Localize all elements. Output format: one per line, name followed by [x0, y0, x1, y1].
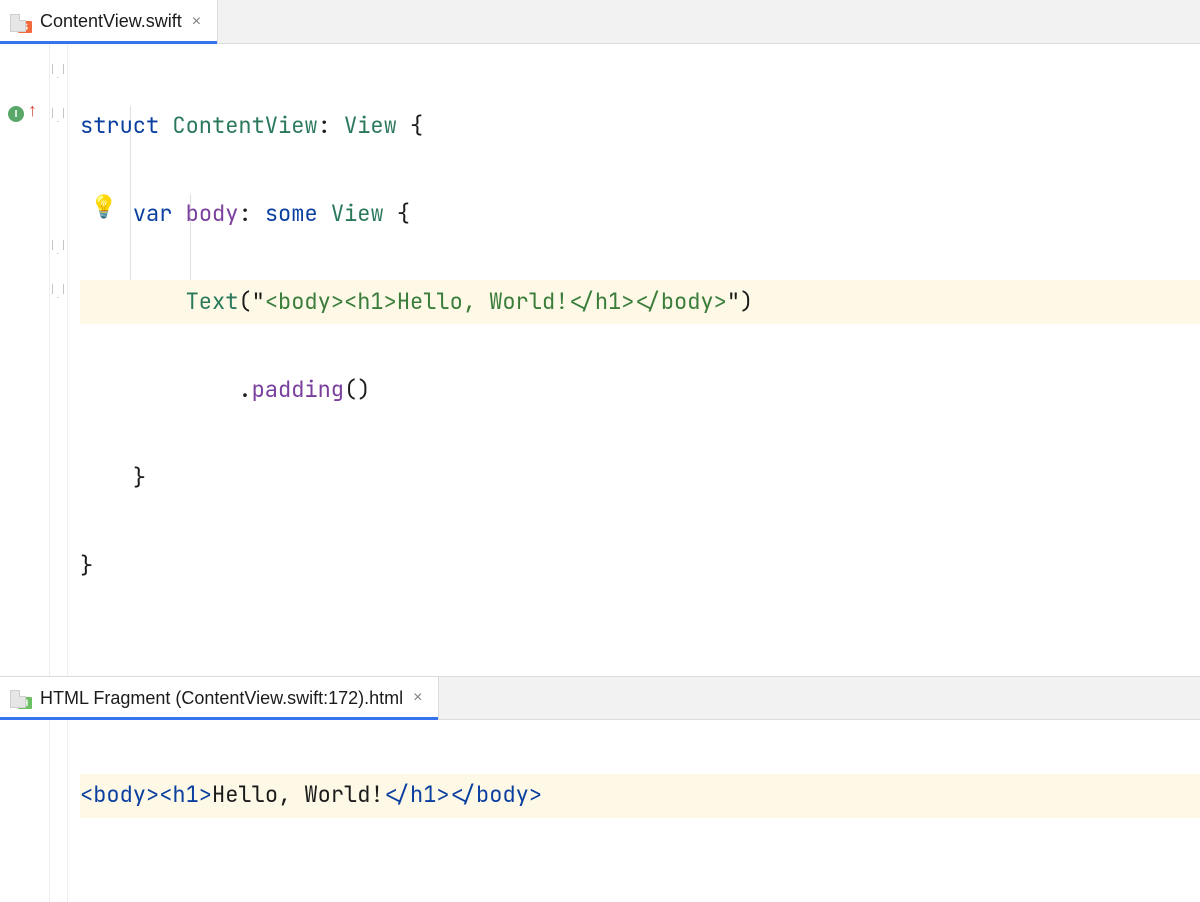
fold-marker-icon[interactable] [52, 240, 64, 254]
code-line[interactable]: } [80, 456, 1200, 500]
implements-gutter-icon[interactable]: I [8, 106, 24, 122]
fold-gutter [50, 44, 68, 676]
tab-html-fragment[interactable]: H HTML Fragment (ContentView.swift:172).… [0, 677, 439, 719]
top-tab-bar: S ContentView.swift × [0, 0, 1200, 44]
fold-gutter [50, 720, 68, 902]
code-area[interactable]: struct ContentView: View { var body: som… [68, 44, 1200, 676]
top-editor-area[interactable]: I ↑ 💡 struct ContentView: View { var bod… [0, 44, 1200, 676]
bottom-tab-bar: H HTML Fragment (ContentView.swift:172).… [0, 676, 1200, 720]
close-tab-icon[interactable]: × [190, 13, 203, 31]
code-area[interactable]: <body><h1>Hello, World!</h1></body> [68, 720, 1200, 902]
code-line[interactable]: var body: some View { [80, 192, 1200, 236]
code-line[interactable]: } [80, 544, 1200, 588]
html-file-icon: H [10, 688, 32, 708]
code-line[interactable]: .padding() [80, 368, 1200, 412]
swift-file-icon: S [10, 12, 32, 32]
close-tab-icon[interactable]: × [411, 689, 424, 707]
tab-label: HTML Fragment (ContentView.swift:172).ht… [40, 688, 403, 709]
tab-contentview-swift[interactable]: S ContentView.swift × [0, 0, 218, 43]
gutter [0, 720, 50, 902]
gutter: I ↑ [0, 44, 50, 676]
top-editor-pane: S ContentView.swift × I ↑ 💡 struct Conte… [0, 0, 1200, 676]
bottom-editor-area[interactable]: <body><h1>Hello, World!</h1></body> [0, 720, 1200, 902]
fold-marker-icon[interactable] [52, 284, 64, 298]
tab-label: ContentView.swift [40, 11, 182, 32]
bottom-editor-pane: H HTML Fragment (ContentView.swift:172).… [0, 676, 1200, 902]
code-line-highlighted[interactable]: Text("<body><h1>Hello, World!</h1></body… [80, 280, 1200, 324]
fold-marker-icon[interactable] [52, 108, 64, 122]
fold-marker-icon[interactable] [52, 64, 64, 78]
code-line[interactable]: struct ContentView: View { [80, 104, 1200, 148]
code-line-highlighted[interactable]: <body><h1>Hello, World!</h1></body> [80, 774, 1200, 818]
override-arrow-icon[interactable]: ↑ [28, 100, 37, 121]
